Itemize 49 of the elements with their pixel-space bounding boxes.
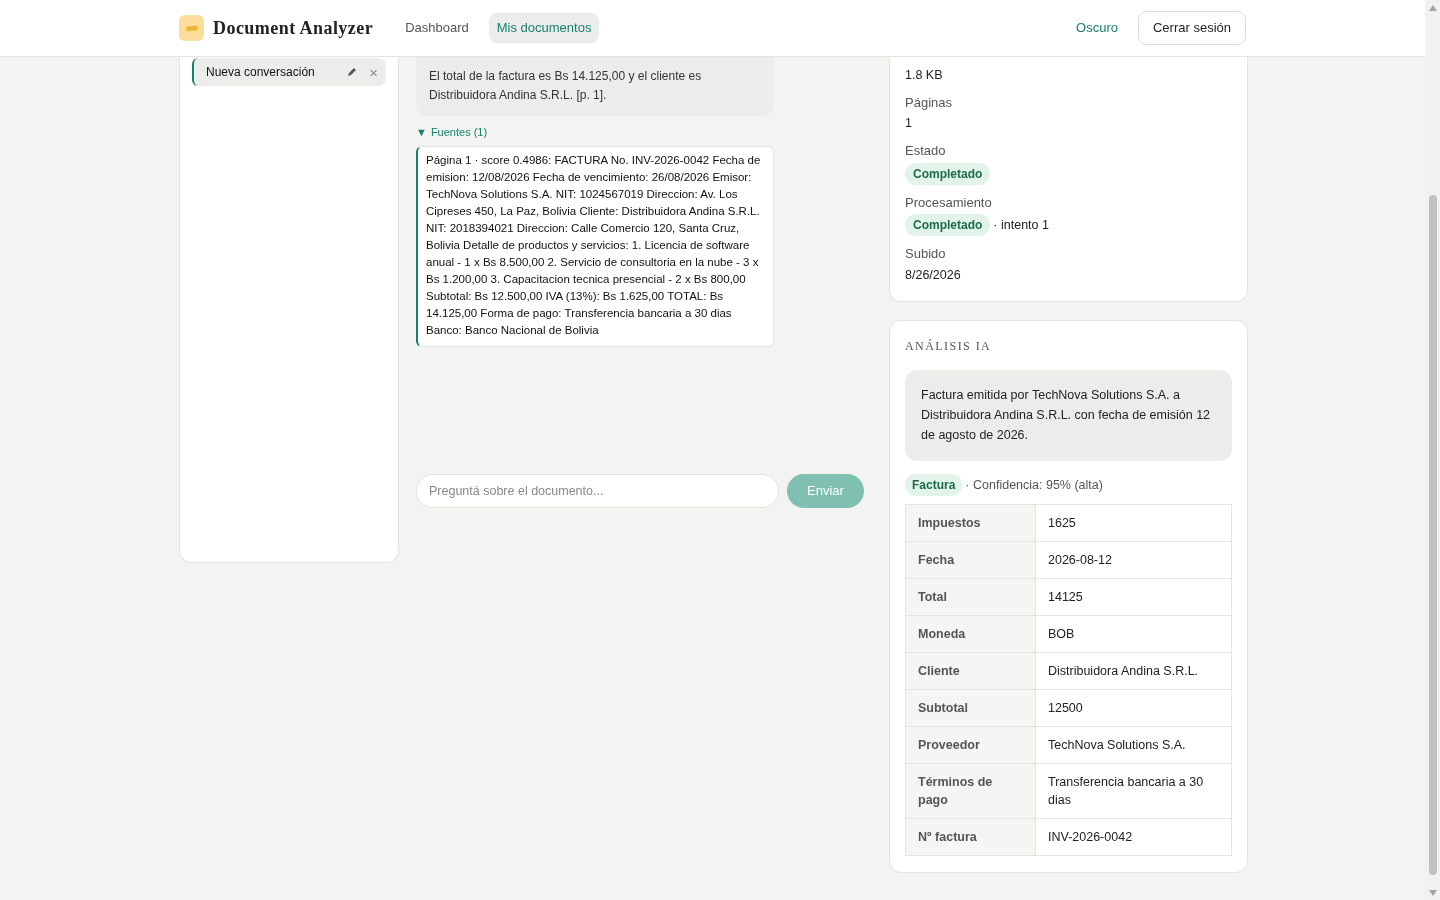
analysis-summary: Factura emitida por TechNova Solutions S.A. a Distribuidora Andina S.R.L. con fecha de emisión 12 de agosto de 2026.	[905, 370, 1232, 462]
assistant-message: El total de la factura es Bs 14.125,00 y el cliente es Distribuidora Andina S.R.L. [p. 1].	[416, 57, 774, 116]
section-title: ANÁLISIS IA	[905, 338, 993, 356]
table-cell: Subtotal	[905, 689, 1036, 727]
source-excerpt: Página 1 · score 0.4986: FACTURA No. INV-2026-0042 Fecha de emision: 12/08/2026 Fecha de vencimiento: 26/08/2026 Emisor: TechNova Solutions S.A. NIT: 1024567019 Direccion: Av. Los Cipreses 450, La Paz, Bolivia Cliente: Distribuidora Andina S.R.L. NIT: 2018394021 Direccion: Calle Comercio 120, Santa Cruz, Bolivia Detalle de productos y servicios: 1. Licencia de software anual - 1 x Bs 8.500,00 2. Servicio de consultoria en la nube - 3 x Bs 1.200,00 3. Capacitacion tecnica presencial - 2 x Bs 800,00 Subtotal: Bs 12.500,00 IVA (13%): Bs 1.625,00 TOTAL: Bs 14.125,00 Forma de pago: Transferencia bancaria a 30 dias Banco: Banco Nacional de Bolivia	[416, 145, 774, 347]
nav-tab[interactable]: Mis documentos	[488, 13, 600, 43]
scroll-up-icon[interactable]	[1428, 5, 1437, 11]
app-title: Document Analyzer	[213, 16, 374, 40]
table-cell: Nº factura	[905, 818, 1036, 856]
type-badge: Factura	[905, 474, 963, 497]
table-cell: 1625	[1035, 504, 1232, 542]
detail-label: Subido	[905, 245, 947, 263]
detail-label: Estado	[905, 142, 947, 160]
detail-value: 1.8 KB	[905, 67, 944, 84]
confidence-text: · Confidencia: 95% (alta)	[965, 476, 1103, 494]
detail-label: Procesamiento	[905, 193, 993, 212]
logout-button[interactable]: Cerrar sesión	[1137, 11, 1246, 45]
conversation-item[interactable]: Nueva conversación ×	[192, 58, 386, 86]
attempt-note: · intento 1	[993, 216, 1049, 234]
theme-toggle[interactable]: Oscuro	[1076, 18, 1118, 38]
detail-value: 8/26/2026	[905, 266, 962, 284]
detail-value: 1	[905, 115, 913, 133]
table-cell: TechNova Solutions S.A.	[1035, 726, 1232, 764]
detail-label: Páginas	[905, 93, 953, 112]
table-cell: 12500	[1035, 689, 1232, 727]
table-cell: Cliente	[905, 652, 1036, 690]
table-cell: BOB	[1035, 615, 1232, 653]
table-cell: Términos de pago	[905, 763, 1036, 819]
sources-toggle[interactable]: ▼ Fuentes (1)	[416, 124, 488, 141]
pencil-icon[interactable]	[347, 67, 358, 77]
question-field[interactable]: Preguntá sobre el documento...	[416, 473, 779, 508]
status-badge: Completado	[905, 162, 991, 185]
table-cell: Distribuidora Andina S.R.L.	[1035, 652, 1232, 690]
conversation-title: Nueva conversación	[206, 64, 316, 81]
table-cell: Proveedor	[905, 726, 1036, 764]
table-cell: Transferencia bancaria a 30 dias	[1035, 763, 1232, 819]
table-cell: Impuestos	[905, 504, 1036, 542]
scroll-down-icon[interactable]	[1428, 890, 1437, 896]
logo-icon	[179, 15, 204, 41]
table-cell: Moneda	[905, 615, 1036, 653]
table-cell: INV-2026-0042	[1035, 818, 1232, 856]
table-cell: Fecha	[905, 541, 1036, 579]
table-cell: 2026-08-12	[1035, 541, 1232, 579]
table-cell: 14125	[1035, 578, 1232, 616]
close-button[interactable]: ×	[369, 64, 378, 80]
table-cell: Total	[905, 578, 1036, 616]
scroll-thumb[interactable]	[1428, 195, 1437, 875]
status-badge: Completado	[905, 214, 991, 236]
nav-tab[interactable]: Dashboard	[395, 13, 479, 43]
